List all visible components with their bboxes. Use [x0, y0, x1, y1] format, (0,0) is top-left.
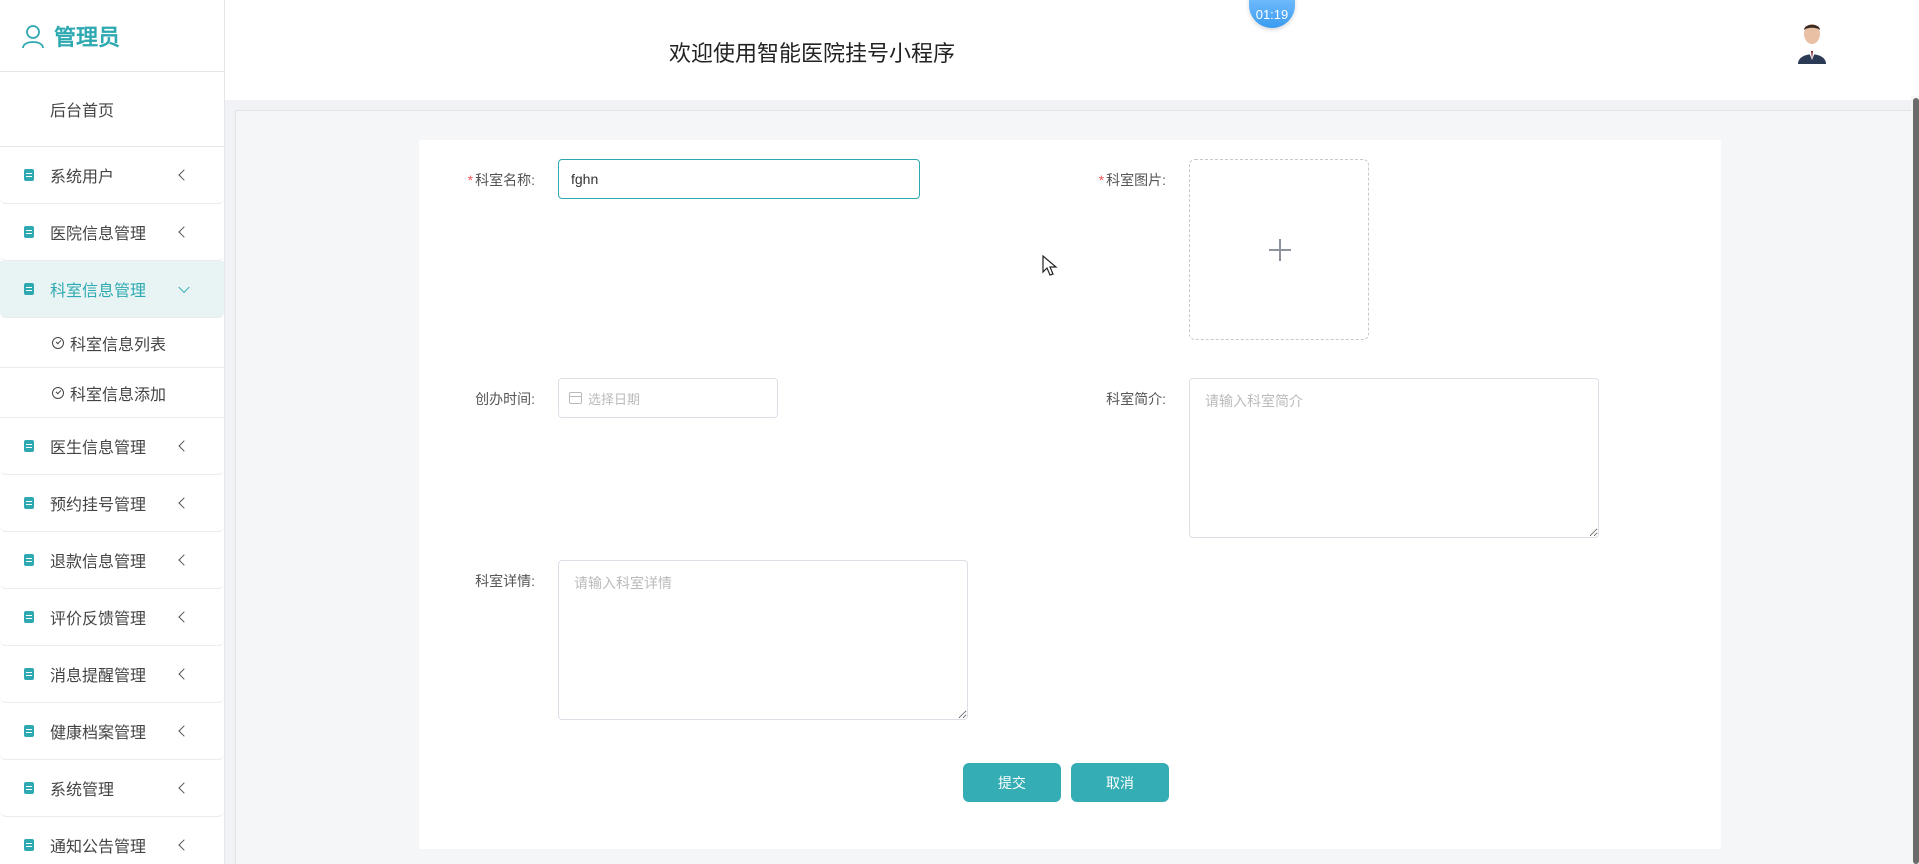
chevron-left-icon — [178, 839, 190, 851]
chevron-left-icon — [178, 497, 190, 509]
document-icon — [24, 725, 34, 737]
chevron-left-icon — [178, 440, 190, 452]
department-image-label: * 科室图片: — [1046, 170, 1166, 190]
department-name-label: * 科室名称: — [415, 170, 535, 190]
chevron-left-icon — [178, 554, 190, 566]
required-mark: * — [467, 172, 474, 188]
sidebar-item-feedback[interactable]: 评价反馈管理 — [0, 589, 224, 646]
department-image-label-text: 科室图片: — [1106, 172, 1166, 188]
document-icon — [24, 497, 34, 509]
founded-date-picker[interactable]: 选择日期 — [558, 378, 778, 418]
sidebar-item-system-users[interactable]: 系统用户 — [0, 147, 224, 204]
document-icon — [24, 668, 34, 680]
sidebar-subitem-department-add[interactable]: 科室信息添加 — [0, 368, 224, 418]
sidebar-item-health-records[interactable]: 健康档案管理 — [0, 703, 224, 760]
header: 欢迎使用智能医院挂号小程序 01:19 — [225, 0, 1919, 100]
avatar[interactable] — [1797, 22, 1827, 64]
department-detail-textarea[interactable] — [558, 560, 968, 720]
sidebar-subitem-label: 科室信息列表 — [70, 336, 167, 354]
scrollbar-thumb[interactable] — [1913, 98, 1919, 864]
document-icon — [24, 554, 34, 566]
sidebar-item-label: 健康档案管理 — [50, 725, 147, 742]
department-name-input[interactable] — [558, 159, 920, 199]
mouse-cursor-icon — [1042, 255, 1058, 276]
sidebar-item-label: 预约挂号管理 — [50, 497, 147, 514]
chevron-left-icon — [178, 611, 190, 623]
date-placeholder: 选择日期 — [588, 391, 641, 407]
check-circle-icon — [52, 386, 64, 399]
chevron-down-icon — [178, 281, 190, 294]
chevron-left-icon — [178, 782, 190, 794]
sidebar-item-announcements[interactable]: 通知公告管理 — [0, 817, 224, 864]
sidebar-item-home[interactable]: 后台首页 — [0, 72, 224, 147]
page-title: 欢迎使用智能医院挂号小程序 — [669, 41, 956, 66]
sidebar-subitem-department-list[interactable]: 科室信息列表 — [0, 318, 224, 368]
sidebar-item-system-management[interactable]: 系统管理 — [0, 760, 224, 817]
cancel-button[interactable]: 取消 — [1071, 763, 1169, 802]
submit-button[interactable]: 提交 — [963, 763, 1061, 802]
check-circle-icon — [52, 336, 64, 349]
chevron-left-icon — [178, 725, 190, 737]
sidebar-item-label: 通知公告管理 — [50, 839, 147, 856]
sidebar-item-label: 退款信息管理 — [50, 554, 147, 571]
sidebar: 管理员 后台首页 系统用户 医院信息管理 科室信息管理 科室信息列表 科室信息添… — [0, 0, 225, 864]
document-icon — [24, 839, 34, 851]
sidebar-item-label: 消息提醒管理 — [50, 668, 147, 685]
sidebar-item-refunds[interactable]: 退款信息管理 — [0, 532, 224, 589]
sidebar-item-label: 医院信息管理 — [50, 226, 147, 243]
sidebar-item-appointments[interactable]: 预约挂号管理 — [0, 475, 224, 532]
sidebar-item-department-info[interactable]: 科室信息管理 — [0, 261, 224, 318]
sidebar-item-label: 评价反馈管理 — [50, 611, 147, 628]
document-icon — [24, 283, 34, 295]
image-upload-box[interactable] — [1189, 159, 1369, 340]
document-icon — [24, 226, 34, 238]
department-name-label-text: 科室名称: — [475, 172, 535, 188]
calendar-icon — [569, 392, 582, 404]
document-icon — [24, 611, 34, 623]
chevron-left-icon — [178, 169, 190, 181]
sidebar-item-label: 科室信息管理 — [50, 283, 147, 300]
brand: 管理员 — [0, 0, 224, 72]
department-detail-label: 科室详情: — [475, 573, 535, 589]
sidebar-subitem-label: 科室信息添加 — [70, 386, 167, 404]
document-icon — [24, 169, 34, 181]
sidebar-item-label: 系统用户 — [50, 169, 115, 186]
founded-date-label: 创办时间: — [475, 391, 535, 407]
sidebar-item-hospital-info[interactable]: 医院信息管理 — [0, 204, 224, 261]
department-intro-textarea[interactable] — [1189, 378, 1599, 538]
sidebar-item-label: 系统管理 — [50, 782, 115, 799]
brand-title: 管理员 — [54, 24, 121, 50]
chevron-left-icon — [178, 226, 190, 238]
sidebar-item-doctor-info[interactable]: 医生信息管理 — [0, 418, 224, 475]
sidebar-item-label: 医生信息管理 — [50, 440, 147, 457]
sidebar-item-reminders[interactable]: 消息提醒管理 — [0, 646, 224, 703]
chevron-left-icon — [178, 668, 190, 680]
user-icon — [22, 24, 44, 48]
timer-badge: 01:19 — [1249, 0, 1295, 28]
document-icon — [24, 440, 34, 452]
document-icon — [24, 782, 34, 794]
plus-icon-vertical — [1279, 239, 1281, 261]
department-intro-label: 科室简介: — [1106, 391, 1166, 407]
required-mark: * — [1098, 172, 1105, 188]
